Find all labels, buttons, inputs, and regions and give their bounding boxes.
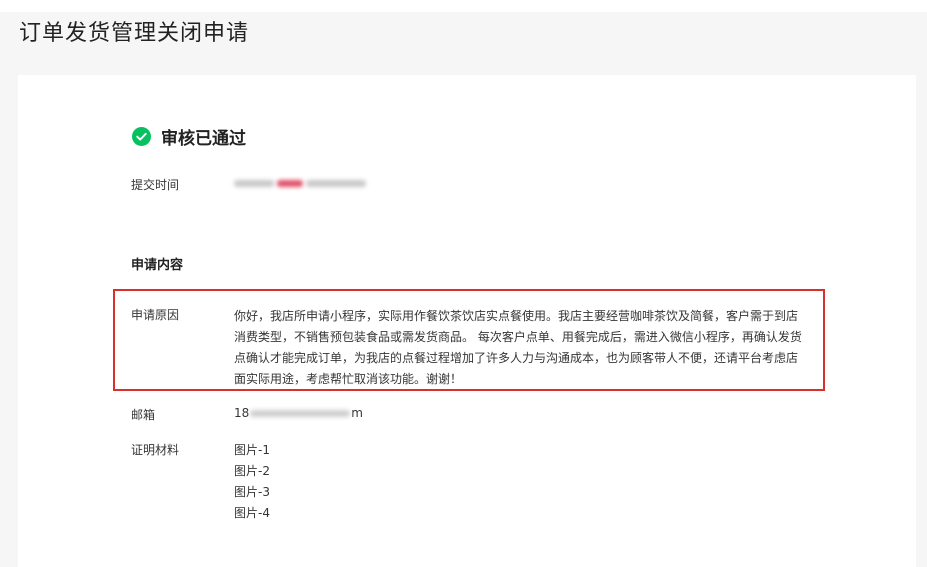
check-circle-icon xyxy=(132,127,151,146)
page-title: 订单发货管理关闭申请 xyxy=(19,21,250,46)
redacted-submit-time xyxy=(234,180,274,187)
material-item-3[interactable]: 图片-3 xyxy=(234,482,270,503)
section-title-application: 申请内容 xyxy=(131,258,184,273)
materials-label: 证明材料 xyxy=(131,443,180,457)
redacted-submit-time-mark xyxy=(277,180,303,187)
submit-time-label: 提交时间 xyxy=(131,178,180,192)
materials-list: 图片-1 图片-2 图片-3 图片-4 xyxy=(234,440,270,524)
email-suffix: m xyxy=(351,406,363,420)
redacted-submit-time-tail xyxy=(306,180,366,187)
submit-time-value xyxy=(234,176,366,190)
material-item-1[interactable]: 图片-1 xyxy=(234,440,270,461)
material-item-2[interactable]: 图片-2 xyxy=(234,461,270,482)
email-value: 18 m xyxy=(234,406,363,420)
approval-status: 审核已通过 xyxy=(132,124,246,149)
material-item-4[interactable]: 图片-4 xyxy=(234,503,270,524)
reason-text: 你好，我店所申请小程序，实际用作餐饮茶饮店实点餐使用。我店主要经营咖啡茶饮及简餐… xyxy=(234,309,802,386)
status-text: 审核已通过 xyxy=(161,129,246,149)
email-label: 邮箱 xyxy=(131,408,156,422)
reason-label: 申请原因 xyxy=(131,308,180,322)
redacted-email xyxy=(250,410,351,417)
email-prefix: 18 xyxy=(234,406,250,420)
